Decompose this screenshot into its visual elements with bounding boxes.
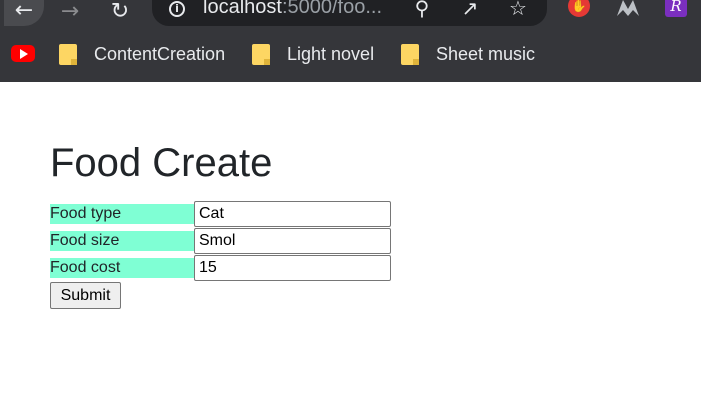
youtube-icon[interactable] [11, 45, 35, 62]
browser-toolbar: ← → ↻ i localhost:5000/foo... ⚲ ↗ ☆ ✋ R [0, 0, 701, 32]
share-icon[interactable]: ↗ [458, 0, 482, 20]
extension-icon[interactable]: R [664, 0, 688, 18]
folder-icon [401, 43, 419, 65]
browser-chrome: ← → ↻ i localhost:5000/foo... ⚲ ↗ ☆ ✋ R … [0, 0, 701, 82]
letter-r-icon: R [665, 0, 687, 17]
star-icon[interactable]: ☆ [506, 0, 530, 20]
bookmark-sheet-music[interactable]: Sheet music [401, 40, 535, 68]
adblock-extension-icon[interactable]: ✋ [567, 0, 591, 18]
food-create-form: Food type Food size Food cost Submit [50, 201, 391, 309]
address-bar[interactable]: i localhost:5000/foo... ⚲ ↗ ☆ [152, 0, 547, 26]
form-row-food-size: Food size [50, 228, 391, 255]
bookmark-label: Sheet music [436, 43, 536, 64]
food-cost-label: Food cost [50, 258, 194, 278]
url-text[interactable]: localhost:5000/foo... [203, 0, 382, 19]
zoom-icon[interactable]: ⚲ [410, 0, 434, 20]
food-type-input[interactable] [194, 201, 391, 227]
form-row-food-type: Food type [50, 201, 391, 228]
reload-icon[interactable]: ↻ [102, 0, 138, 26]
bookmark-label: Light novel [287, 43, 375, 64]
folder-icon [59, 43, 77, 65]
url-host: localhost [203, 0, 282, 18]
form-row-food-cost: Food cost [50, 255, 391, 282]
folder-icon [252, 43, 270, 65]
food-cost-input[interactable] [194, 255, 391, 281]
page-title: Food Create [50, 141, 273, 185]
info-icon[interactable]: i [169, 1, 185, 17]
food-size-label: Food size [50, 231, 194, 251]
back-arrow-icon[interactable]: ← [4, 0, 44, 26]
extension-icon[interactable] [616, 0, 640, 18]
hand-icon: ✋ [568, 0, 590, 17]
food-type-label: Food type [50, 204, 194, 224]
food-size-input[interactable] [194, 228, 391, 254]
forward-arrow-icon[interactable]: → [52, 0, 88, 26]
bookmark-contentcreation[interactable]: ContentCreation [59, 40, 225, 68]
bookmark-light-novel[interactable]: Light novel [252, 40, 374, 68]
bookmark-label: ContentCreation [94, 43, 226, 64]
mountain-icon [617, 0, 639, 16]
url-path: :5000/foo... [281, 0, 383, 18]
submit-button[interactable]: Submit [50, 282, 121, 309]
bookmarks-bar: ContentCreation Light novel Sheet music [0, 32, 701, 76]
